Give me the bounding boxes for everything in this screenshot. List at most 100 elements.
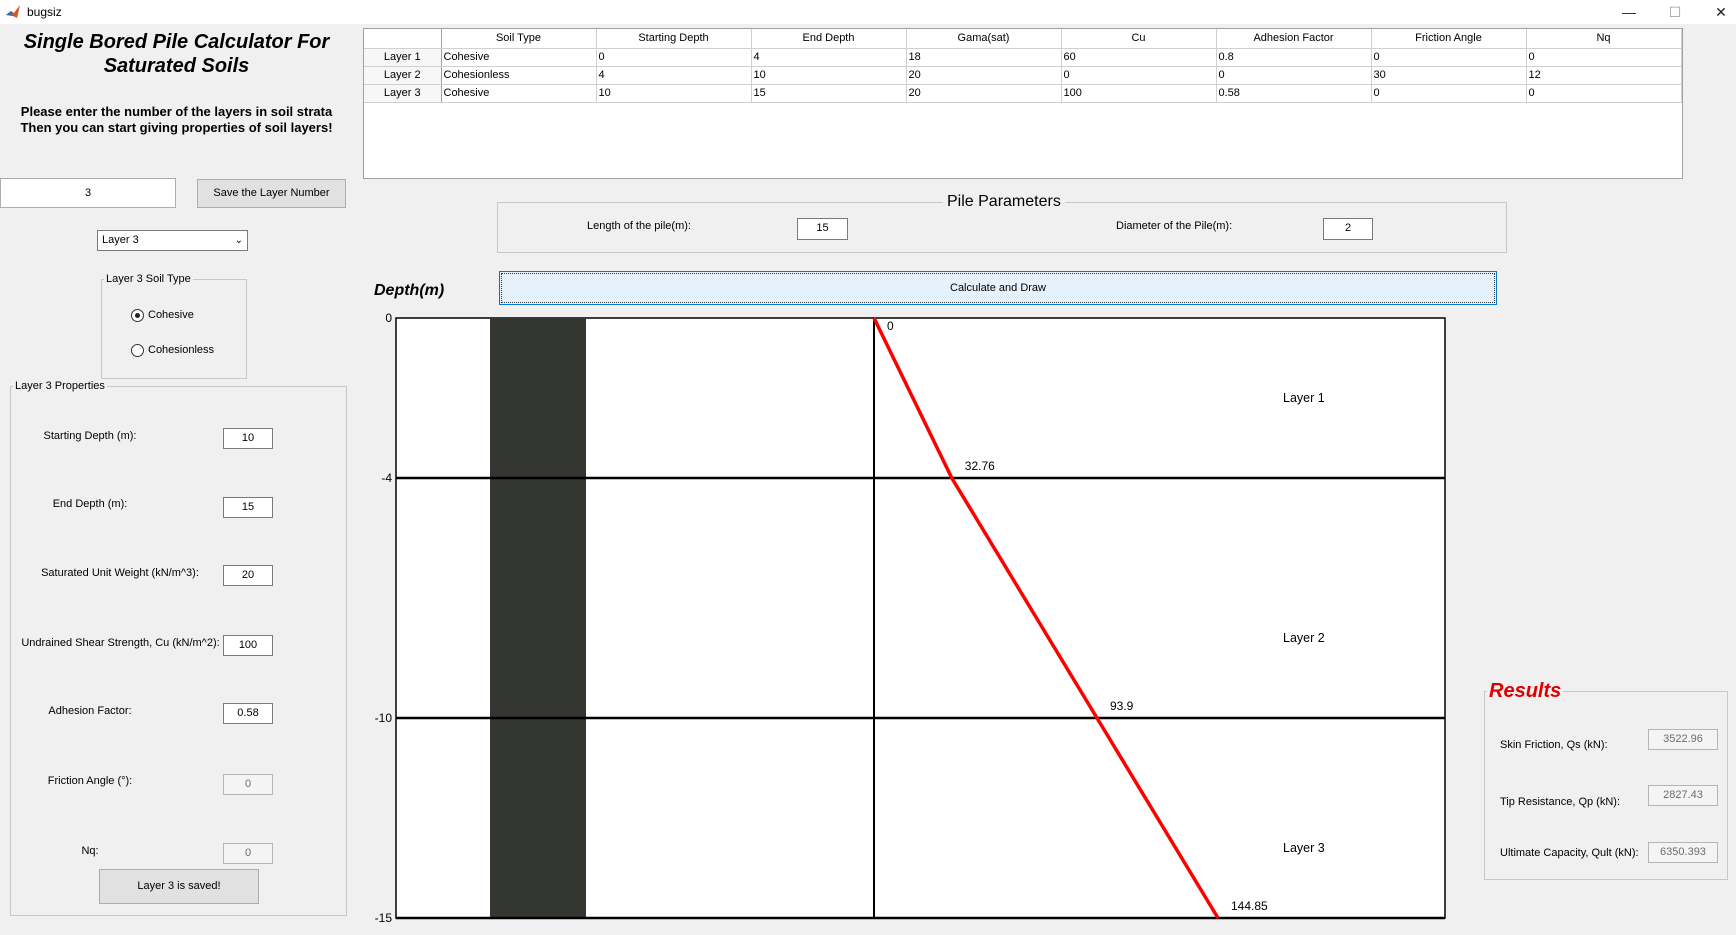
close-icon[interactable]: ✕ xyxy=(1698,0,1736,24)
pile-length-input[interactable]: 15 xyxy=(797,218,848,240)
table-cell[interactable]: 100 xyxy=(1061,84,1217,103)
table-row: Layer 3 Cohesive 10 15 20 100 0.58 0 0 xyxy=(364,84,1682,103)
table-cell[interactable]: 20 xyxy=(906,84,1062,103)
layer-saved-button[interactable]: Layer 3 is saved! xyxy=(99,869,259,904)
save-layer-number-button[interactable]: Save the Layer Number xyxy=(197,179,346,208)
title-bar: bugsiz — ☐ ✕ xyxy=(0,0,1736,24)
data-point-label: 0 xyxy=(887,319,894,333)
window-title: bugsiz xyxy=(27,5,62,19)
friction-angle-input: 0 xyxy=(223,774,273,795)
instructions-line-2: Then you can start giving properties of … xyxy=(20,120,333,135)
minimize-icon[interactable]: — xyxy=(1606,0,1652,24)
table-cell[interactable]: Cohesive xyxy=(441,84,597,103)
layers-table[interactable]: Soil Type Starting Depth End Depth Gama(… xyxy=(363,28,1683,179)
layer-label: Layer 1 xyxy=(1283,391,1325,405)
row-header: Layer 1 xyxy=(364,48,442,67)
column-header[interactable]: Friction Angle xyxy=(1371,29,1527,49)
pile-length-label: Length of the pile(m): xyxy=(587,220,691,232)
table-cell[interactable]: 0 xyxy=(1216,66,1372,85)
layer-select[interactable]: Layer 3 ⌄ xyxy=(97,230,248,251)
table-cell[interactable]: Cohesionless xyxy=(441,66,597,85)
table-cell[interactable]: 4 xyxy=(596,66,752,85)
column-header[interactable]: Starting Depth xyxy=(596,29,752,49)
y-tick-label: -15 xyxy=(375,911,393,925)
data-point-label: 93.9 xyxy=(1110,699,1134,713)
y-tick-label: -4 xyxy=(381,471,392,485)
undrained-shear-strength-label: Undrained Shear Strength, Cu (kN/m^2): xyxy=(21,637,220,649)
column-header[interactable]: Soil Type xyxy=(441,29,597,49)
depth-chart: Depth(m) 0 -4 -10 -15 0 32.76 93.9 144.85 Layer 1… xyxy=(374,282,1446,925)
end-depth-label: End Depth (m): xyxy=(52,498,128,510)
table-cell[interactable]: 4 xyxy=(751,48,907,67)
column-header[interactable]: End Depth xyxy=(751,29,907,49)
table-cell[interactable]: 15 xyxy=(751,84,907,103)
table-cell[interactable]: 10 xyxy=(751,66,907,85)
table-cell[interactable]: 0 xyxy=(1371,48,1527,67)
table-cell[interactable]: 12 xyxy=(1526,66,1682,85)
pile-diameter-label: Diameter of the Pile(m): xyxy=(1116,220,1233,232)
y-axis-label: Depth(m) xyxy=(374,282,444,299)
column-header[interactable]: Cu xyxy=(1061,29,1217,49)
table-cell[interactable]: 20 xyxy=(906,66,1062,85)
starting-depth-input[interactable]: 10 xyxy=(223,428,273,449)
app-heading: Single Bored Pile Calculator For Saturat… xyxy=(23,31,330,77)
tip-resistance-label: Tip Resistance, Qp (kN): xyxy=(1500,796,1621,808)
table-cell[interactable]: 18 xyxy=(906,48,1062,67)
results-title: Results xyxy=(1489,680,1562,702)
table-cell[interactable]: 0 xyxy=(1526,84,1682,103)
table-cell[interactable]: 0 xyxy=(1061,66,1217,85)
layer-select-value: Layer 3 xyxy=(102,234,139,246)
skin-friction-label: Skin Friction, Qs (kN): xyxy=(1500,739,1608,751)
table-cell[interactable]: 0.58 xyxy=(1216,84,1372,103)
pile-diameter-input[interactable]: 2 xyxy=(1323,218,1373,240)
radio-button-selected[interactable] xyxy=(131,309,144,322)
y-tick-label: 0 xyxy=(385,311,392,325)
data-point-label: 32.76 xyxy=(965,459,995,473)
radio-cohesive-label: Cohesive xyxy=(148,309,194,321)
table-corner xyxy=(364,29,442,49)
friction-angle-label: Friction Angle (°): xyxy=(47,775,133,787)
row-header: Layer 2 xyxy=(364,66,442,85)
saturated-unit-weight-input[interactable]: 20 xyxy=(223,565,273,586)
radio-cohesionless-label: Cohesionless xyxy=(148,344,215,356)
layer-count-input[interactable]: 3 xyxy=(0,178,176,208)
soil-type-group: Layer 3 Soil Type xyxy=(101,273,247,379)
data-point-label: 144.85 xyxy=(1231,899,1268,913)
adhesion-factor-label: Adhesion Factor: xyxy=(48,705,132,717)
starting-depth-label: Starting Depth (m): xyxy=(43,430,137,442)
adhesion-factor-input[interactable]: 0.58 xyxy=(223,703,273,724)
radio-button[interactable] xyxy=(131,344,144,357)
table-cell[interactable]: 10 xyxy=(596,84,752,103)
pile-parameters-title: Pile Parameters xyxy=(947,193,1061,210)
maximize-icon[interactable]: ☐ xyxy=(1652,0,1698,24)
matlab-icon xyxy=(6,5,20,18)
pile-shape xyxy=(490,318,586,918)
table-row: Layer 1 Cohesive 0 4 18 60 0.8 0 0 xyxy=(364,48,1682,67)
nq-label: Nq: xyxy=(81,845,99,857)
table-cell[interactable]: 0.8 xyxy=(1216,48,1372,67)
chevron-down-icon[interactable]: ⌄ xyxy=(235,231,243,250)
table-cell[interactable]: 60 xyxy=(1061,48,1217,67)
data-table: Soil Type Starting Depth End Depth Gama(… xyxy=(364,29,1682,103)
undrained-shear-strength-input[interactable]: 100 xyxy=(223,635,273,656)
instructions-line-1: Please enter the number of the layers in… xyxy=(20,104,333,119)
layer-label: Layer 2 xyxy=(1283,631,1325,645)
ultimate-capacity-label: Ultimate Capacity, Qult (kN): xyxy=(1500,847,1639,859)
instructions: Please enter the number of the layers in… xyxy=(4,104,349,136)
row-header: Layer 3 xyxy=(364,84,442,103)
table-cell[interactable]: 0 xyxy=(1526,48,1682,67)
table-cell[interactable]: 30 xyxy=(1371,66,1527,85)
properties-group-title: Layer 3 Properties xyxy=(15,380,105,392)
table-cell[interactable]: Cohesive xyxy=(441,48,597,67)
table-header-row: Soil Type Starting Depth End Depth Gama(… xyxy=(364,29,1682,49)
table-cell[interactable]: 0 xyxy=(1371,84,1527,103)
nq-input: 0 xyxy=(223,843,273,864)
column-header[interactable]: Gama(sat) xyxy=(906,29,1062,49)
saturated-unit-weight-label: Saturated Unit Weight (kN/m^3): xyxy=(41,567,199,579)
soil-type-group-title: Layer 3 Soil Type xyxy=(106,273,191,285)
end-depth-input[interactable]: 15 xyxy=(223,497,273,518)
column-header[interactable]: Nq xyxy=(1526,29,1682,49)
ultimate-capacity-output: 6350.393 xyxy=(1648,842,1718,863)
table-cell[interactable]: 0 xyxy=(596,48,752,67)
column-header[interactable]: Adhesion Factor xyxy=(1216,29,1372,49)
